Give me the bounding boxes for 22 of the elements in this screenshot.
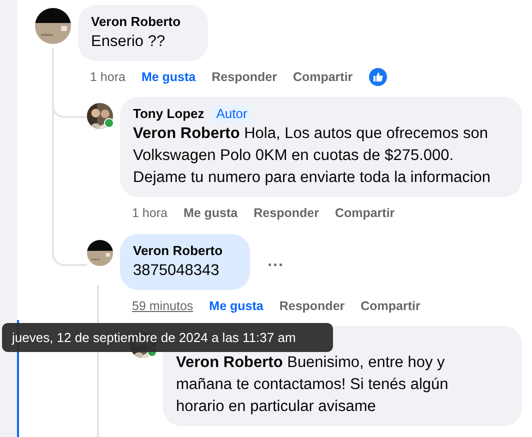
author-badge: Autor [212, 105, 252, 123]
reply-link[interactable]: Responder [212, 70, 277, 84]
more-button[interactable]: ... [268, 253, 284, 271]
comment-text: 3875048343 [133, 261, 220, 281]
date-tooltip: jueves, 12 de septiembre de 2024 a las 11:37 am [2, 323, 333, 352]
timestamp-link[interactable]: 59 minutos [132, 299, 194, 313]
comment-text: Veron Roberto Hola, Los autos que ofrecemos son Volkswagen Polo 0KM en cuotas de $275.000. Dejame tu numero para enviarte toda la informacion [133, 124, 492, 188]
like-link[interactable]: Me gusta [141, 70, 196, 84]
share-link[interactable]: Compartir [292, 70, 353, 84]
author-name[interactable]: Veron Roberto [133, 242, 223, 260]
like-link[interactable]: Me gusta [183, 206, 238, 220]
like-link[interactable]: Me gusta [209, 299, 264, 313]
timestamp-link[interactable]: 1 hora [132, 206, 168, 220]
timestamp-link[interactable]: 1 hora [90, 70, 126, 84]
author-name[interactable]: Tony Lopez [133, 105, 204, 123]
share-link[interactable]: Compartir [360, 299, 420, 313]
reply-link[interactable]: Responder [279, 299, 345, 313]
reply-link[interactable]: Responder [254, 206, 319, 220]
author-name[interactable]: Veron Roberto [91, 13, 181, 31]
comment-text: Enserio ?? [91, 32, 166, 52]
comment-text: Veron Roberto Buenisimo, entre hoy y mañana te contactamos! Si tenés algún horario en particular avisame [176, 353, 450, 417]
share-link[interactable]: Compartir [334, 206, 395, 220]
